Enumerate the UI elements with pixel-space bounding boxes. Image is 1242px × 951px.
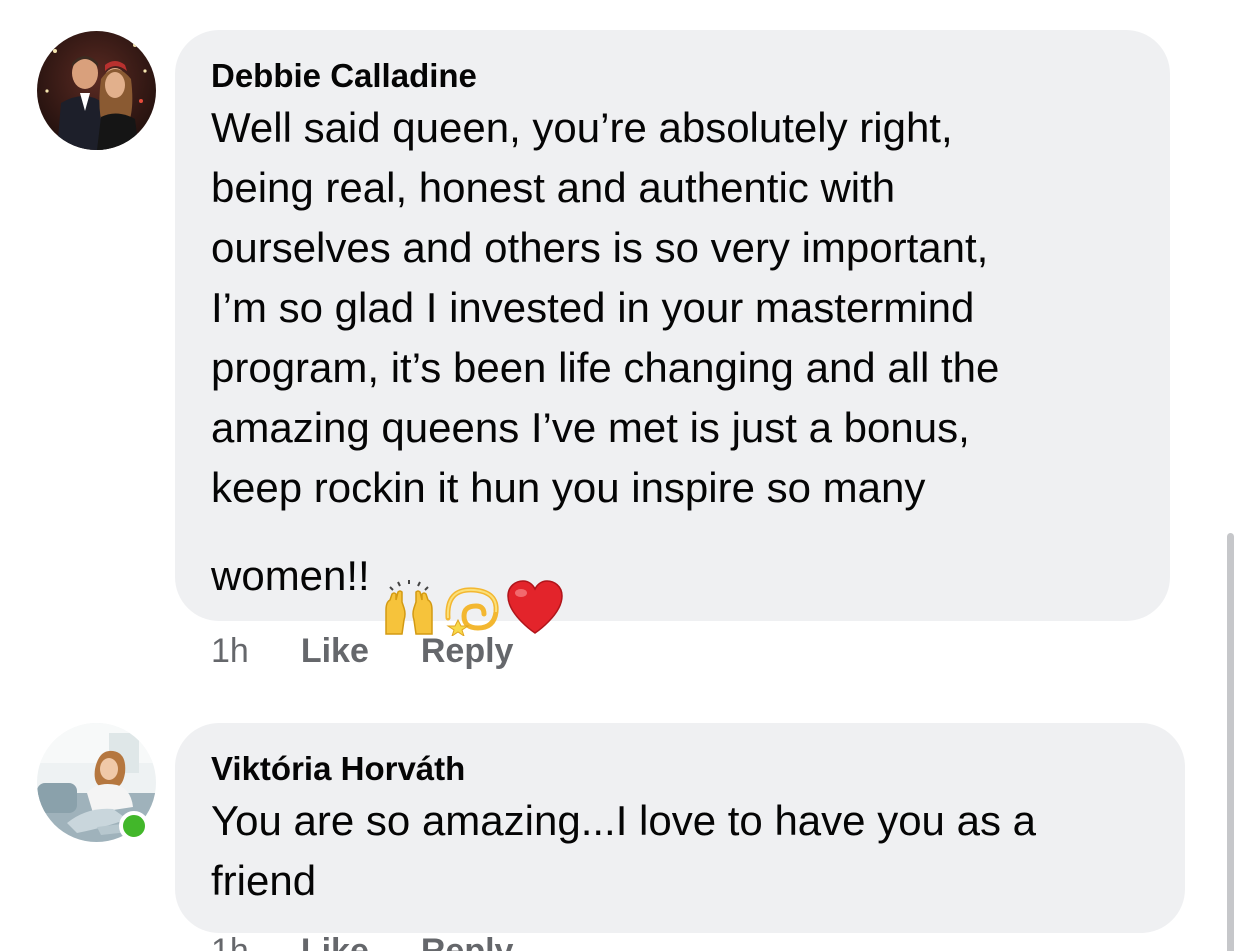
comment-actions: 1h Like Reply <box>211 932 513 951</box>
comment-timestamp[interactable]: 1h <box>211 932 249 951</box>
comment-author[interactable]: Viktória Horváth <box>211 749 1149 789</box>
reply-button[interactable]: Reply <box>421 632 514 671</box>
comment-author[interactable]: Debbie Calladine <box>211 56 1134 96</box>
avatar-photo-icon <box>37 31 156 150</box>
red-heart-emoji-icon <box>506 519 564 651</box>
comment-text: Well said queen, you’re absolutely right… <box>211 98 1134 652</box>
reply-button[interactable]: Reply <box>421 932 514 951</box>
comment-text: You are so amazing...I love to have you … <box>211 797 1036 904</box>
like-button[interactable]: Like <box>301 632 369 671</box>
scrollbar[interactable] <box>1227 533 1234 951</box>
comment-actions: 1h Like Reply <box>211 632 513 671</box>
comments-thread: Debbie Calladine Well said queen, you’re… <box>0 0 1242 951</box>
like-button[interactable]: Like <box>301 932 369 951</box>
comment-timestamp[interactable]: 1h <box>211 632 249 671</box>
avatar[interactable] <box>37 31 156 150</box>
comment-text-content: Well said queen, you’re absolutely right… <box>211 104 1000 600</box>
comment-bubble: Viktória Horváth You are so amazing...I … <box>175 723 1185 933</box>
online-status-indicator <box>119 811 149 841</box>
comment-bubble: Debbie Calladine Well said queen, you’re… <box>175 30 1170 638</box>
